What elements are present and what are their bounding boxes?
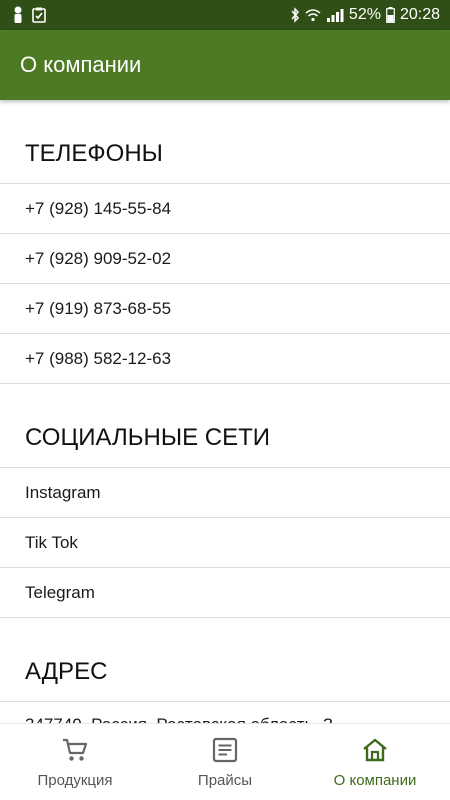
address-text-row: 347740, Россия, Ростовская область, З... (0, 702, 450, 723)
phones-section-title: ТЕЛЕФОНЫ (0, 100, 450, 184)
nav-label-prices: Прайсы (197, 771, 253, 789)
social-section-title: СОЦИАЛЬНЫЕ СЕТИ (0, 384, 450, 468)
phone-item[interactable]: +7 (988) 582-12-63 (0, 334, 450, 384)
app-bar: О компании (0, 30, 450, 100)
nav-item-prices[interactable]: Прайсы (150, 724, 300, 800)
address-text: 347740, Россия, Ростовская область, З... (25, 715, 347, 723)
bottom-navigation: Продукция Прайсы О компании (0, 723, 450, 800)
status-bar: 52% 20:28 (0, 0, 450, 30)
address-section-title: АДРЕС (0, 618, 450, 702)
nav-label-products: Продукция (37, 771, 113, 789)
battery-icon (386, 7, 395, 23)
person-icon (12, 6, 24, 24)
social-item-tiktok[interactable]: Tik Tok (0, 518, 450, 568)
company-info-content[interactable]: ТЕЛЕФОНЫ +7 (928) 145-55-84 +7 (928) 909… (0, 100, 450, 723)
page-title: О компании (20, 52, 142, 77)
phone-item[interactable]: +7 (928) 909-52-02 (0, 234, 450, 284)
battery-percent: 52% (348, 6, 381, 23)
home-icon (361, 736, 389, 764)
status-bar-right: 52% 20:28 (290, 6, 440, 24)
cart-icon (61, 736, 89, 764)
wifi-icon (305, 8, 321, 22)
checklist-icon (32, 7, 46, 23)
bluetooth-icon (290, 7, 300, 23)
nav-item-products[interactable]: Продукция (0, 724, 150, 800)
list-icon (211, 736, 239, 764)
phone-item[interactable]: +7 (928) 145-55-84 (0, 184, 450, 234)
signal-icon (326, 8, 344, 22)
clock: 20:28 (399, 6, 440, 23)
status-bar-left (12, 6, 46, 24)
social-item-telegram[interactable]: Telegram (0, 568, 450, 618)
nav-item-about[interactable]: О компании (300, 724, 450, 800)
phone-item[interactable]: +7 (919) 873-68-55 (0, 284, 450, 334)
social-item-instagram[interactable]: Instagram (0, 468, 450, 518)
nav-label-about: О компании (333, 771, 417, 789)
